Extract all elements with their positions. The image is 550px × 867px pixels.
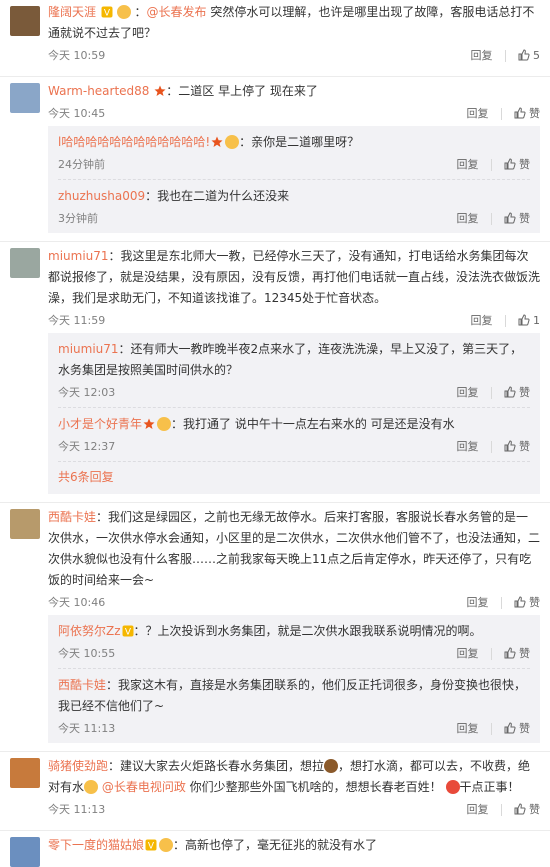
comment-author[interactable]: 骑猪使劲跑 — [48, 759, 108, 773]
emoji-icon — [157, 417, 172, 431]
reply-author[interactable]: 小才是个好青年 — [58, 417, 142, 431]
comment-text: 隆阔天涯 V ：@长春发布 突然停水可以理解，也许是哪里出现了故障，客服电话总打… — [48, 5, 535, 40]
thumb-up-icon — [504, 386, 516, 398]
like-button[interactable]: 赞 — [504, 207, 530, 231]
thumb-up-icon — [504, 212, 516, 224]
thumb-up-icon — [518, 49, 530, 61]
comment-author[interactable]: 西酷卡娃 — [48, 510, 96, 524]
reply-button[interactable]: 回复 — [467, 102, 489, 126]
like-button[interactable]: 赞 — [514, 591, 540, 615]
avatar[interactable] — [10, 83, 40, 113]
reply-author[interactable]: miumiu71 — [58, 342, 119, 356]
comment-author[interactable]: Warm-hearted88 — [48, 84, 149, 98]
star-badge-icon — [154, 85, 166, 96]
like-button[interactable]: 5 — [518, 44, 540, 68]
like-button[interactable]: 赞 — [504, 381, 530, 405]
reply-item: l哈哈哈哈哈哈哈哈哈哈哈哈! ：亲你是二道哪里呀？ 24分钟前 回复 赞 — [58, 126, 530, 180]
svg-text:V: V — [104, 9, 111, 19]
like-button[interactable]: 赞 — [514, 798, 540, 822]
like-button[interactable]: 1 — [518, 309, 540, 333]
like-button[interactable]: 赞 — [504, 153, 530, 177]
comment-author[interactable]: 零下一度的猫姑娘 — [48, 838, 144, 852]
avatar[interactable] — [10, 6, 40, 36]
reply-list: l哈哈哈哈哈哈哈哈哈哈哈哈! ：亲你是二道哪里呀？ 24分钟前 回复 赞 zhuzh… — [48, 126, 540, 233]
reply-button[interactable]: 回复 — [457, 381, 479, 405]
like-button[interactable]: 赞 — [514, 102, 540, 126]
thumb-up-icon — [504, 440, 516, 452]
reply-item: zhuzhusha009：我也在二道为什么还没来 3分钟前 回复 赞 — [58, 180, 530, 233]
more-replies-link[interactable]: 共6条回复 — [58, 462, 530, 494]
thumb-up-icon — [514, 107, 526, 119]
timestamp: 今天 10:59 — [48, 49, 106, 62]
reply-item: 西酷卡娃：我家这木有，直接是水务集团联系的，他们反正托词很多，身份变换也很快，我… — [58, 669, 530, 743]
reply-item: miumiu71：还有师大一教昨晚半夜2点来水了，连夜洗洗澡，早上又没了，第三天… — [58, 333, 530, 408]
reply-button[interactable]: 回复 — [467, 591, 489, 615]
emoji-icon — [84, 780, 99, 794]
reply-button[interactable]: 回复 — [457, 642, 479, 666]
comment-item: 西酷卡娃：我们这是绿园区，之前也无缘无故停水。后来打客服，客服说长春水务管的是一… — [0, 503, 550, 752]
emoji-icon — [159, 838, 174, 852]
comment-text: Warm-hearted88 ：二道区 早上停了 现在来了 — [48, 84, 318, 98]
thumb-up-icon — [504, 158, 516, 170]
reply-author[interactable]: zhuzhusha009 — [58, 189, 145, 203]
comment-item: 零下一度的猫姑娘 V ：高新也停了，毫无征兆的就没有水了 — [0, 831, 550, 867]
vip-badge-icon: V — [101, 6, 113, 18]
like-button[interactable]: 赞 — [504, 642, 530, 666]
reply-button[interactable]: 回复 — [467, 798, 489, 822]
emoji-icon — [116, 5, 131, 19]
avatar[interactable] — [10, 837, 40, 867]
reply-author[interactable]: l哈哈哈哈哈哈哈哈哈哈哈哈! — [58, 135, 210, 149]
svg-text:V: V — [124, 628, 131, 638]
reply-button[interactable]: 回复 — [471, 44, 493, 68]
reply-author[interactable]: 西酷卡娃 — [58, 678, 106, 692]
reply-button[interactable]: 回复 — [457, 207, 479, 231]
mention-link[interactable]: @长春发布 — [147, 5, 207, 19]
mention-link[interactable]: @长春电视问政 — [102, 780, 186, 794]
reply-button[interactable]: 回复 — [471, 309, 493, 333]
comment-author[interactable]: 隆阔天涯 — [48, 5, 96, 19]
vip-badge-icon: V — [145, 839, 157, 851]
avatar[interactable] — [10, 509, 40, 539]
reply-list: 阿依努尔Zz V ：？上次投诉到水务集团，就是二次供水跟我联系说明情况的啊。 今天 … — [48, 615, 540, 743]
comment-meta: 今天 10:45 回复 赞 — [48, 102, 540, 126]
reply-item: 小才是个好青年 ：我打通了 说中午十一点左右来水的 可是还是没有水 今天 12:3… — [58, 408, 530, 462]
reply-button[interactable]: 回复 — [457, 435, 479, 459]
like-button[interactable]: 赞 — [504, 435, 530, 459]
thumb-up-icon — [514, 803, 526, 815]
vip-badge-icon: V — [122, 625, 134, 637]
avatar[interactable] — [10, 248, 40, 278]
poop-emoji-icon — [324, 759, 339, 773]
reply-list: miumiu71：还有师大一教昨晚半夜2点来水了，连夜洗洗澡，早上又没了，第三天… — [48, 333, 540, 494]
reply-button[interactable]: 回复 — [457, 717, 479, 741]
reply-button[interactable]: 回复 — [457, 153, 479, 177]
comment-item: Warm-hearted88 ：二道区 早上停了 现在来了 今天 10:45 回… — [0, 77, 550, 242]
svg-text:V: V — [148, 842, 155, 852]
thumb-up-icon — [504, 722, 516, 734]
thumb-up-icon — [518, 314, 530, 326]
like-button[interactable]: 赞 — [504, 717, 530, 741]
avatar[interactable] — [10, 758, 40, 788]
thumb-up-icon — [514, 596, 526, 608]
comment-meta: 今天 10:59 回复 5 — [48, 44, 540, 68]
comment-author[interactable]: miumiu71 — [48, 249, 109, 263]
star-badge-icon — [143, 418, 155, 429]
comment-item: 骑猪使劲跑：建议大家去火炬路长春水务集团，想拉 ，想打水滴，都可以去，不收费，绝对… — [0, 752, 550, 831]
star-badge-icon — [211, 136, 223, 147]
thumb-up-icon — [504, 647, 516, 659]
comment-item: 隆阔天涯 V ：@长春发布 突然停水可以理解，也许是哪里出现了故障，客服电话总打… — [0, 0, 550, 77]
reply-author[interactable]: 阿依努尔Zz — [58, 624, 121, 638]
emoji-icon — [225, 135, 240, 149]
comment-item: miumiu71：我这里是东北师大一教，已经停水三天了，没有通知，打电话给水务集… — [0, 242, 550, 503]
reply-item: 阿依努尔Zz V ：？上次投诉到水务集团，就是二次供水跟我联系说明情况的啊。 今天 … — [58, 615, 530, 669]
emoji-icon — [445, 780, 460, 794]
